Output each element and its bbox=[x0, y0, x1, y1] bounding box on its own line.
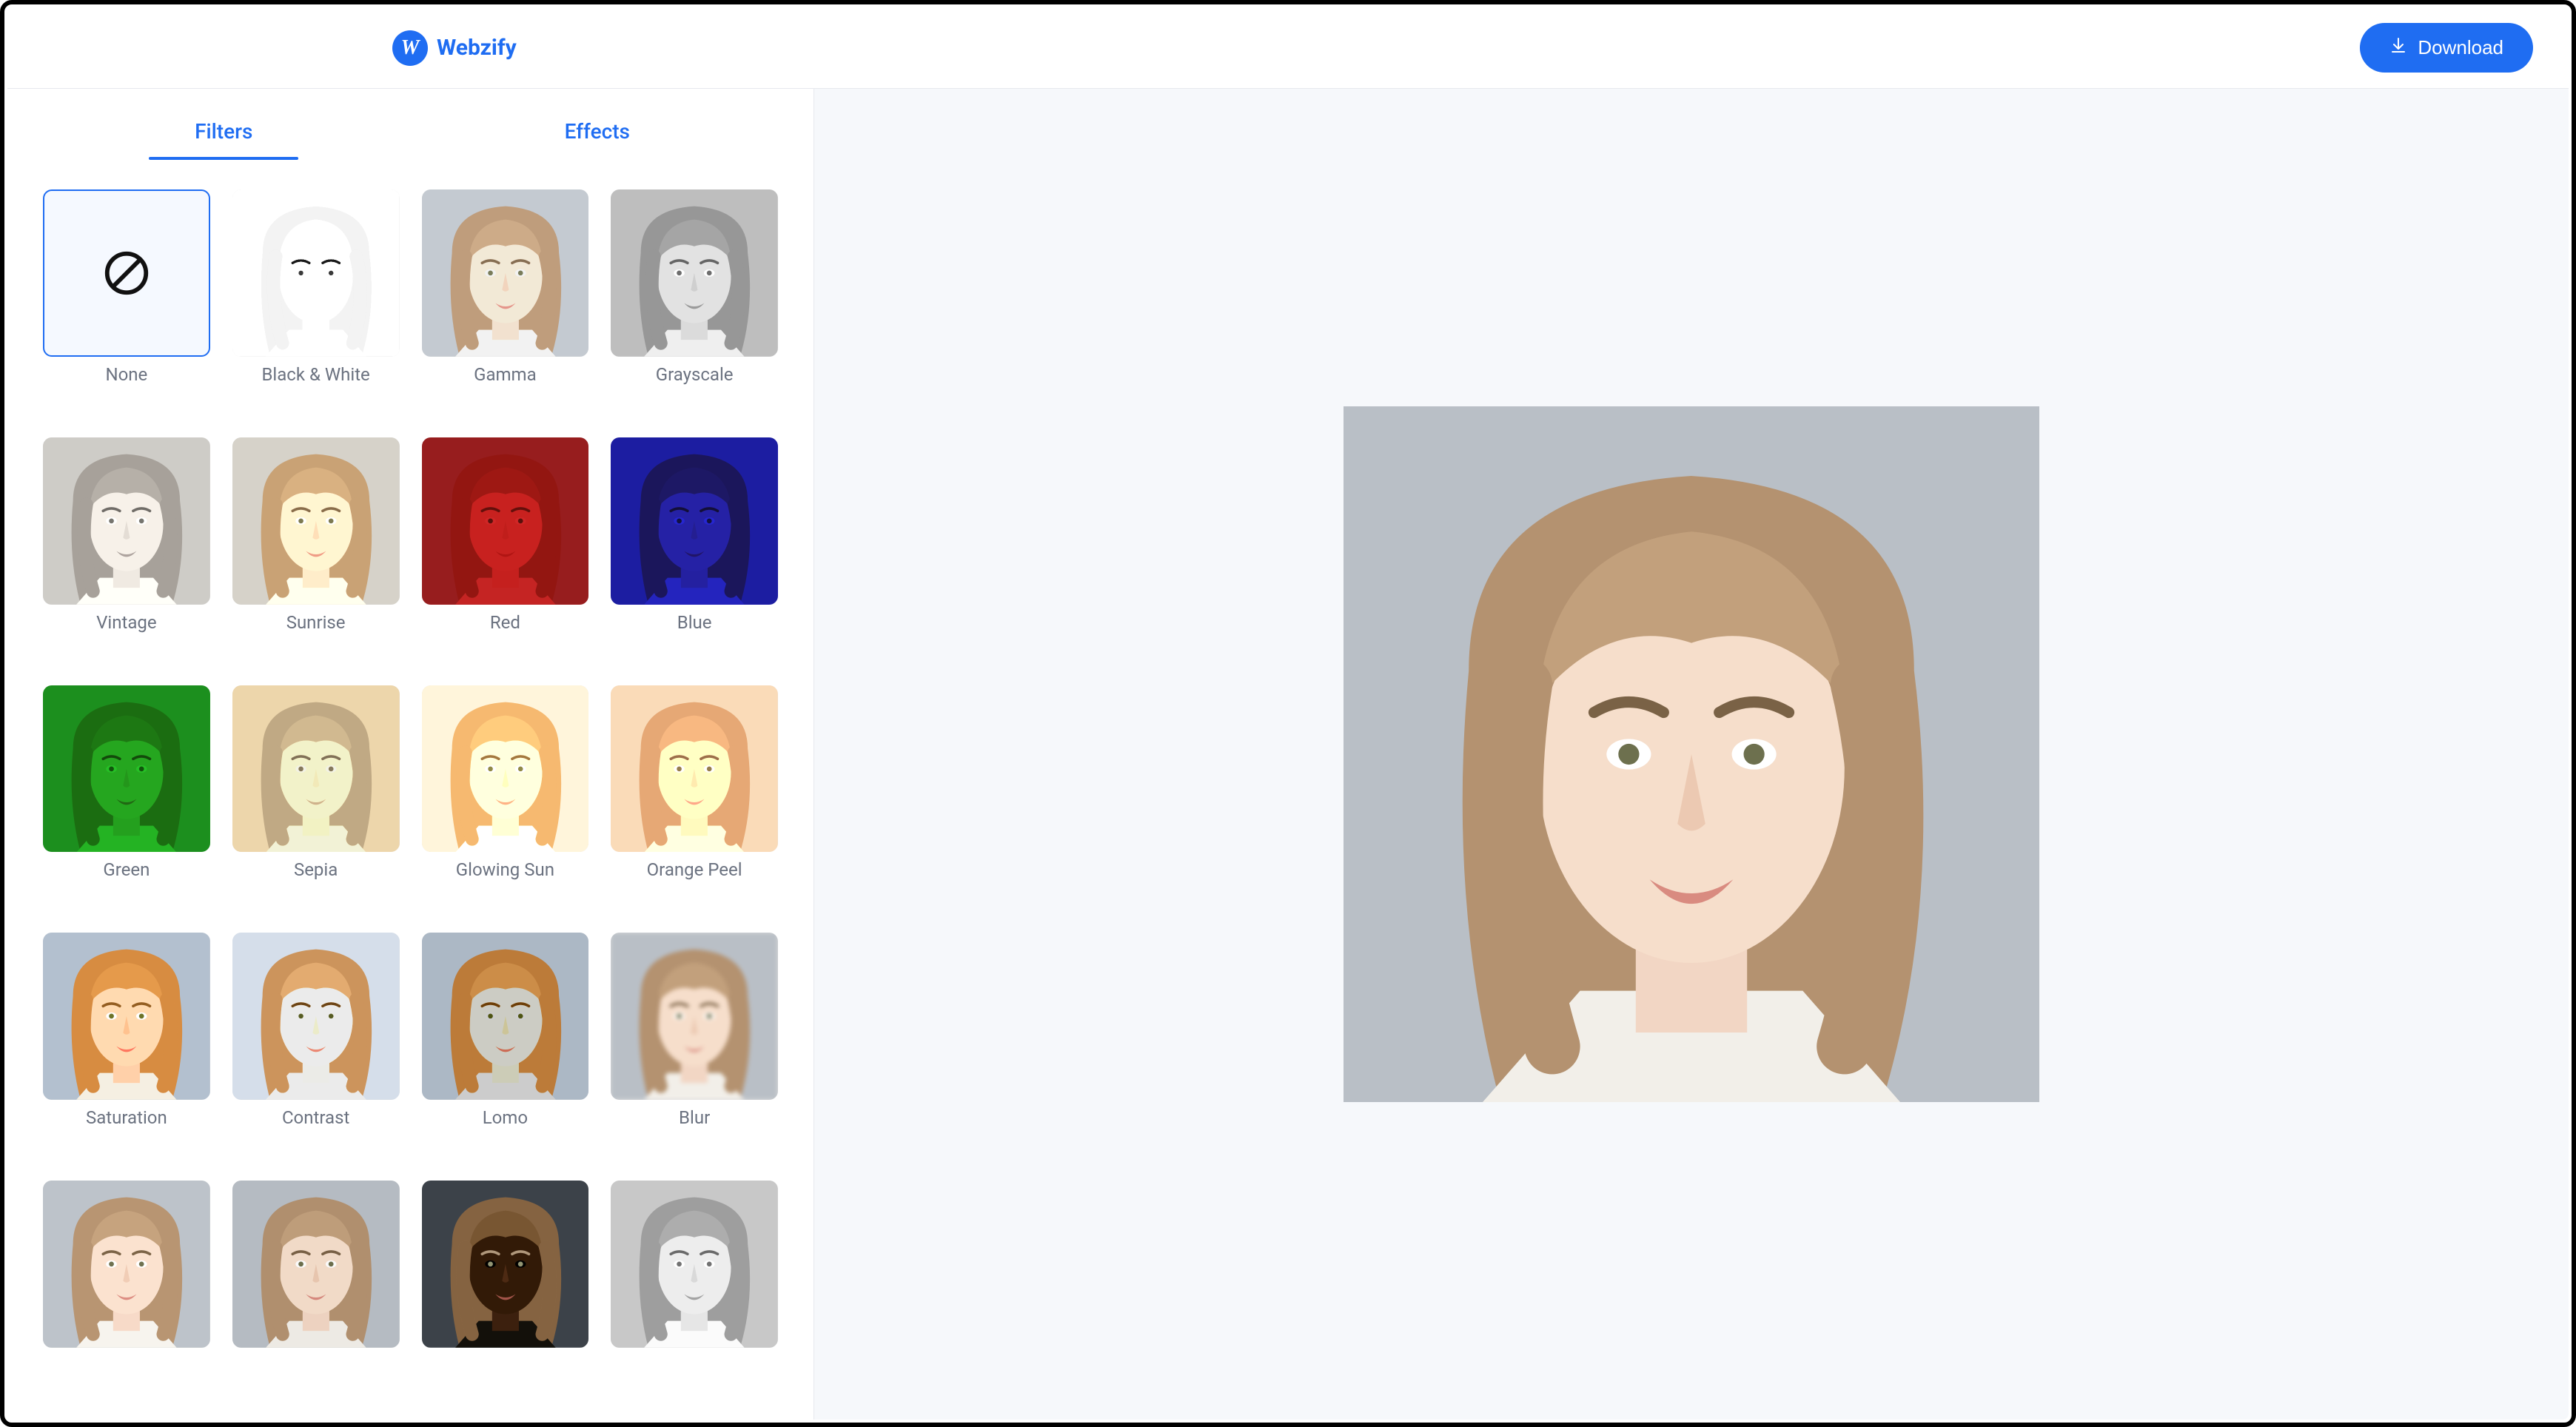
filter-label-green: Green bbox=[103, 859, 150, 880]
filter-label-none: None bbox=[105, 364, 147, 385]
filter-thumb-lomo[interactable] bbox=[422, 933, 589, 1100]
filter-thumb-orangepeel[interactable] bbox=[611, 685, 778, 853]
filter-thumb-green[interactable] bbox=[43, 685, 210, 853]
filter-item-red[interactable]: Red bbox=[422, 437, 589, 668]
filter-thumb-sunrise[interactable] bbox=[232, 437, 400, 605]
filter-item-gamma[interactable]: Gamma bbox=[422, 189, 589, 420]
filter-label-blue: Blue bbox=[677, 612, 712, 633]
filter-label-orangepeel: Orange Peel bbox=[647, 859, 742, 880]
filter-thumb-grayscale[interactable] bbox=[611, 189, 778, 357]
none-icon bbox=[44, 191, 209, 355]
tab-effects[interactable]: Effects bbox=[411, 119, 785, 160]
filter-label-contrast: Contrast bbox=[282, 1107, 349, 1128]
filter-item-green[interactable]: Green bbox=[43, 685, 210, 916]
filter-thumb-vintage[interactable] bbox=[43, 437, 210, 605]
filter-label-sepia: Sepia bbox=[294, 859, 338, 880]
filter-thumb-plain2[interactable] bbox=[43, 1181, 210, 1348]
brand-logo-letter: W bbox=[401, 36, 420, 60]
tab-filters[interactable]: Filters bbox=[37, 119, 411, 160]
filter-thumb-bw[interactable] bbox=[232, 189, 400, 357]
filter-thumb-invert[interactable] bbox=[422, 1181, 589, 1348]
filter-thumb-plain-gray[interactable] bbox=[611, 1181, 778, 1348]
sidebar: Filters Effects None Black & White Gamma Gr… bbox=[7, 89, 814, 1420]
tab-filters-label: Filters bbox=[195, 119, 252, 144]
filter-label-bw: Black & White bbox=[261, 364, 369, 385]
filter-thumb-red[interactable] bbox=[422, 437, 589, 605]
filter-item-sepia[interactable]: Sepia bbox=[232, 685, 400, 916]
filter-thumb-blur[interactable] bbox=[611, 933, 778, 1100]
download-button[interactable]: Download bbox=[2360, 23, 2533, 73]
filter-item-grayscale[interactable]: Grayscale bbox=[611, 189, 778, 420]
filter-label-gamma: Gamma bbox=[474, 364, 537, 385]
download-icon bbox=[2389, 36, 2407, 59]
filter-label-blur: Blur bbox=[679, 1107, 710, 1128]
filter-thumb-plain3[interactable] bbox=[232, 1181, 400, 1348]
filter-thumb-gamma[interactable] bbox=[422, 189, 589, 357]
filter-label-red: Red bbox=[490, 612, 520, 633]
filter-thumb-glowingsun[interactable] bbox=[422, 685, 589, 853]
filter-item-bw[interactable]: Black & White bbox=[232, 189, 400, 420]
tabs: Filters Effects bbox=[7, 89, 814, 160]
filters-grid: None Black & White Gamma Grayscale Vintage Su… bbox=[7, 160, 814, 1420]
filter-item-invert[interactable] bbox=[422, 1181, 589, 1390]
filter-thumb-contrast[interactable] bbox=[232, 933, 400, 1100]
filter-label-vintage: Vintage bbox=[96, 612, 156, 633]
topbar: W Webzify Download bbox=[7, 7, 2569, 89]
filter-item-saturation[interactable]: Saturation bbox=[43, 933, 210, 1163]
brand-name: Webzify bbox=[437, 35, 517, 61]
filter-item-plain2[interactable] bbox=[43, 1181, 210, 1390]
red-tint-overlay bbox=[422, 437, 589, 605]
filter-label-lomo: Lomo bbox=[483, 1107, 528, 1128]
canvas bbox=[814, 89, 2569, 1420]
filter-item-sunrise[interactable]: Sunrise bbox=[232, 437, 400, 668]
filter-item-plain3[interactable] bbox=[232, 1181, 400, 1390]
filter-thumb-none[interactable] bbox=[43, 189, 210, 357]
image-preview bbox=[1344, 406, 2039, 1102]
brand-logo-icon: W bbox=[392, 30, 428, 66]
filter-item-plain-gray[interactable] bbox=[611, 1181, 778, 1390]
filter-thumb-sepia[interactable] bbox=[232, 685, 400, 853]
filter-item-glowingsun[interactable]: Glowing Sun bbox=[422, 685, 589, 916]
app-root: W Webzify Download Filters Effects None B… bbox=[7, 7, 2569, 1420]
filter-item-contrast[interactable]: Contrast bbox=[232, 933, 400, 1163]
filter-item-none[interactable]: None bbox=[43, 189, 210, 420]
filter-item-vintage[interactable]: Vintage bbox=[43, 437, 210, 668]
tab-effects-label: Effects bbox=[565, 119, 630, 144]
brand: W Webzify bbox=[392, 30, 517, 66]
filter-thumb-blue[interactable] bbox=[611, 437, 778, 605]
filter-item-orangepeel[interactable]: Orange Peel bbox=[611, 685, 778, 916]
blue-tint-overlay bbox=[611, 437, 778, 605]
filter-item-lomo[interactable]: Lomo bbox=[422, 933, 589, 1163]
filter-label-grayscale: Grayscale bbox=[656, 364, 734, 385]
filter-label-glowingsun: Glowing Sun bbox=[456, 859, 554, 880]
content: Filters Effects None Black & White Gamma Gr… bbox=[7, 89, 2569, 1420]
filter-item-blur[interactable]: Blur bbox=[611, 933, 778, 1163]
filter-item-blue[interactable]: Blue bbox=[611, 437, 778, 668]
filter-thumb-saturation[interactable] bbox=[43, 933, 210, 1100]
filter-label-sunrise: Sunrise bbox=[286, 612, 346, 633]
green-tint-overlay bbox=[43, 685, 210, 853]
download-label: Download bbox=[2418, 36, 2503, 59]
filter-label-saturation: Saturation bbox=[86, 1107, 167, 1128]
